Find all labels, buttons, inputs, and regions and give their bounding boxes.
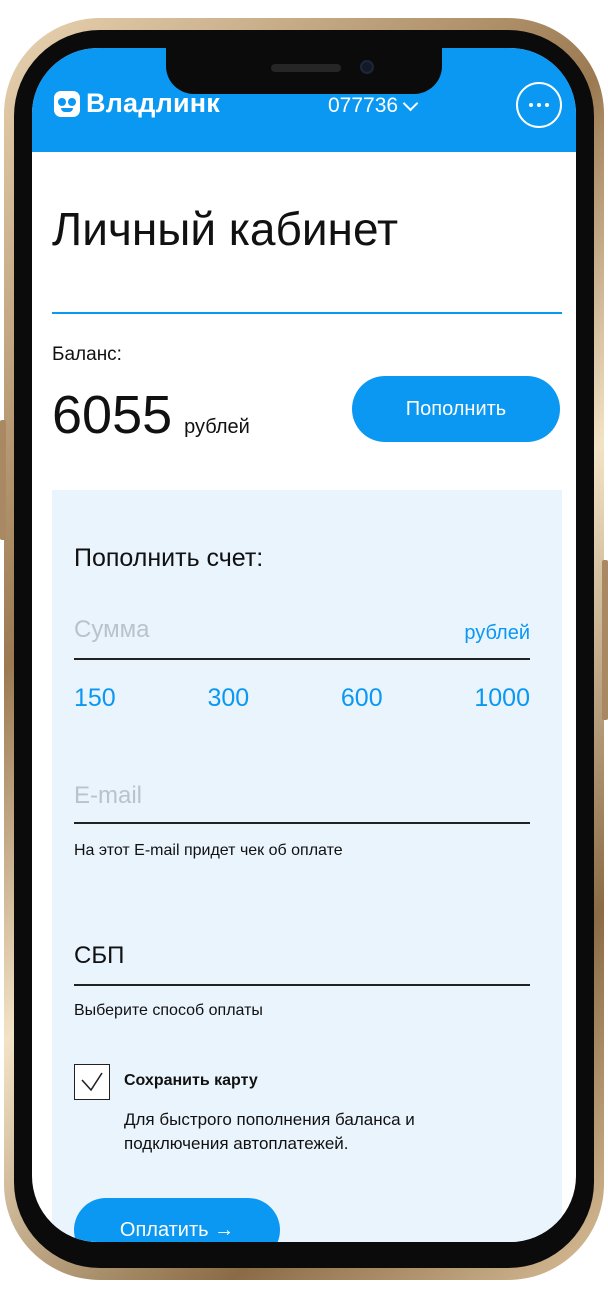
phone-notch (166, 48, 442, 94)
more-icon-dot (545, 103, 549, 107)
amount-unit: рублей (464, 622, 530, 644)
save-card-checkbox[interactable] (74, 1064, 110, 1100)
chevron-down-icon (402, 95, 419, 111)
save-card-label[interactable]: Сохранить карту (124, 1072, 258, 1090)
balance-label: Баланс: (52, 344, 122, 365)
payment-method-hint: Выберите способ оплаты (74, 1002, 263, 1019)
payment-method-value: СБП (74, 942, 125, 969)
pay-button[interactable]: Оплатить → (74, 1198, 280, 1242)
phone-side-button (0, 420, 6, 540)
quick-amount-300[interactable]: 300 (207, 684, 249, 713)
speaker (271, 64, 341, 72)
amount-input[interactable]: Сумма рублей (74, 614, 530, 660)
check-icon (81, 1072, 103, 1092)
more-icon-dot (537, 103, 541, 107)
title-divider (52, 312, 562, 314)
balance-display: 6055 рублей (52, 384, 250, 446)
camera (360, 60, 374, 74)
account-selector[interactable]: 077736 (328, 94, 419, 118)
quick-amount-150[interactable]: 150 (74, 684, 116, 713)
save-card-description: Для быстрого пополнения баланса и подклю… (124, 1110, 415, 1153)
topup-button[interactable]: Пополнить (352, 376, 560, 442)
phone-screen: Владлинк 077736 Личный кабинет Баланс: 6… (32, 48, 576, 1242)
balance-amount: 6055 (52, 385, 173, 445)
account-number: 077736 (328, 94, 399, 117)
logo-icon (54, 90, 80, 117)
email-placeholder: E-mail (74, 782, 143, 809)
email-hint: На этот E-mail придет чек об оплате (74, 842, 343, 859)
payment-method-select[interactable]: СБП (74, 936, 530, 986)
more-menu-button[interactable] (516, 82, 562, 128)
phone-side-button (602, 560, 608, 720)
quick-amounts: 150 300 600 1000 (74, 684, 530, 713)
more-icon (529, 103, 533, 107)
balance-unit: рублей (184, 416, 250, 438)
quick-amount-600[interactable]: 600 (341, 684, 383, 713)
amount-placeholder: Сумма (74, 616, 150, 643)
email-input[interactable]: E-mail (74, 778, 530, 824)
topup-form-title: Пополнить счет: (74, 544, 264, 572)
quick-amount-1000[interactable]: 1000 (474, 684, 530, 713)
page-title: Личный кабинет (52, 203, 399, 255)
